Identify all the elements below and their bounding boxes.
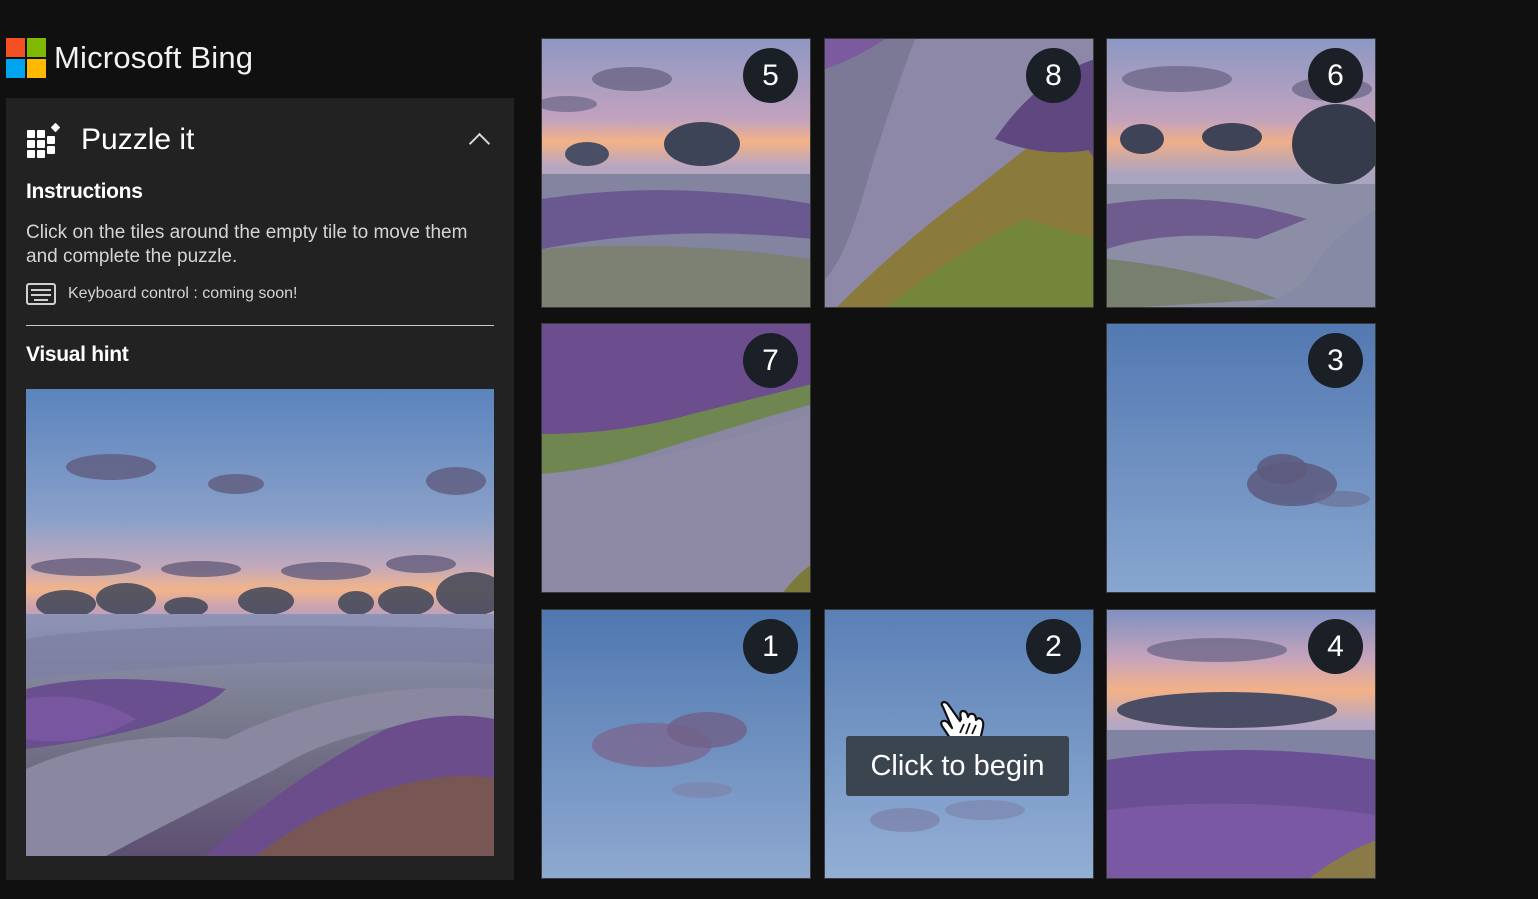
puzzle-tile-3[interactable]: 3 [1106,323,1376,593]
click-to-begin-tooltip[interactable]: Click to begin [846,736,1069,796]
tile-number-badge: 5 [743,48,798,103]
tile-number-badge: 2 [1026,619,1081,674]
panel-header: Puzzle it [26,120,494,160]
visual-hint-heading: Visual hint [26,343,129,366]
keyboard-note-text: Keyboard control : coming soon! [68,285,298,302]
puzzle-page: Microsoft Bing Puzzle it Instructions Cl… [0,0,1538,899]
microsoft-logo-icon [6,38,46,78]
instructions-heading: Instructions [26,180,143,203]
keyboard-note: Keyboard control : coming soon! [26,283,297,305]
tile-number-badge: 4 [1308,619,1363,674]
bing-brand[interactable]: Microsoft Bing [6,38,253,78]
tile-number-badge: 3 [1308,333,1363,388]
brand-name: Microsoft Bing [54,40,254,75]
tile-number-badge: 1 [743,619,798,674]
instructions-text: Click on the tiles around the empty tile… [26,222,468,267]
puzzle-panel: Puzzle it Instructions Click on the tile… [6,98,514,880]
chevron-up-icon[interactable] [464,125,494,155]
puzzle-tile-6[interactable]: 6 [1106,38,1376,308]
empty-tile [824,323,1094,593]
tile-number-badge: 8 [1026,48,1081,103]
puzzle-tile-8[interactable]: 8 [824,38,1094,308]
tile-number-badge: 7 [743,333,798,388]
visual-hint-image [26,389,494,856]
puzzle-tile-1[interactable]: 1 [541,609,811,879]
puzzle-tile-7[interactable]: 7 [541,323,811,593]
section-divider [26,325,494,326]
tile-number-badge: 6 [1308,48,1363,103]
puzzle-grid-icon [26,122,61,158]
puzzle-tile-5[interactable]: 5 [541,38,811,308]
panel-title: Puzzle it [81,123,195,156]
puzzle-tile-4[interactable]: 4 [1106,609,1376,879]
keyboard-icon [26,283,56,305]
